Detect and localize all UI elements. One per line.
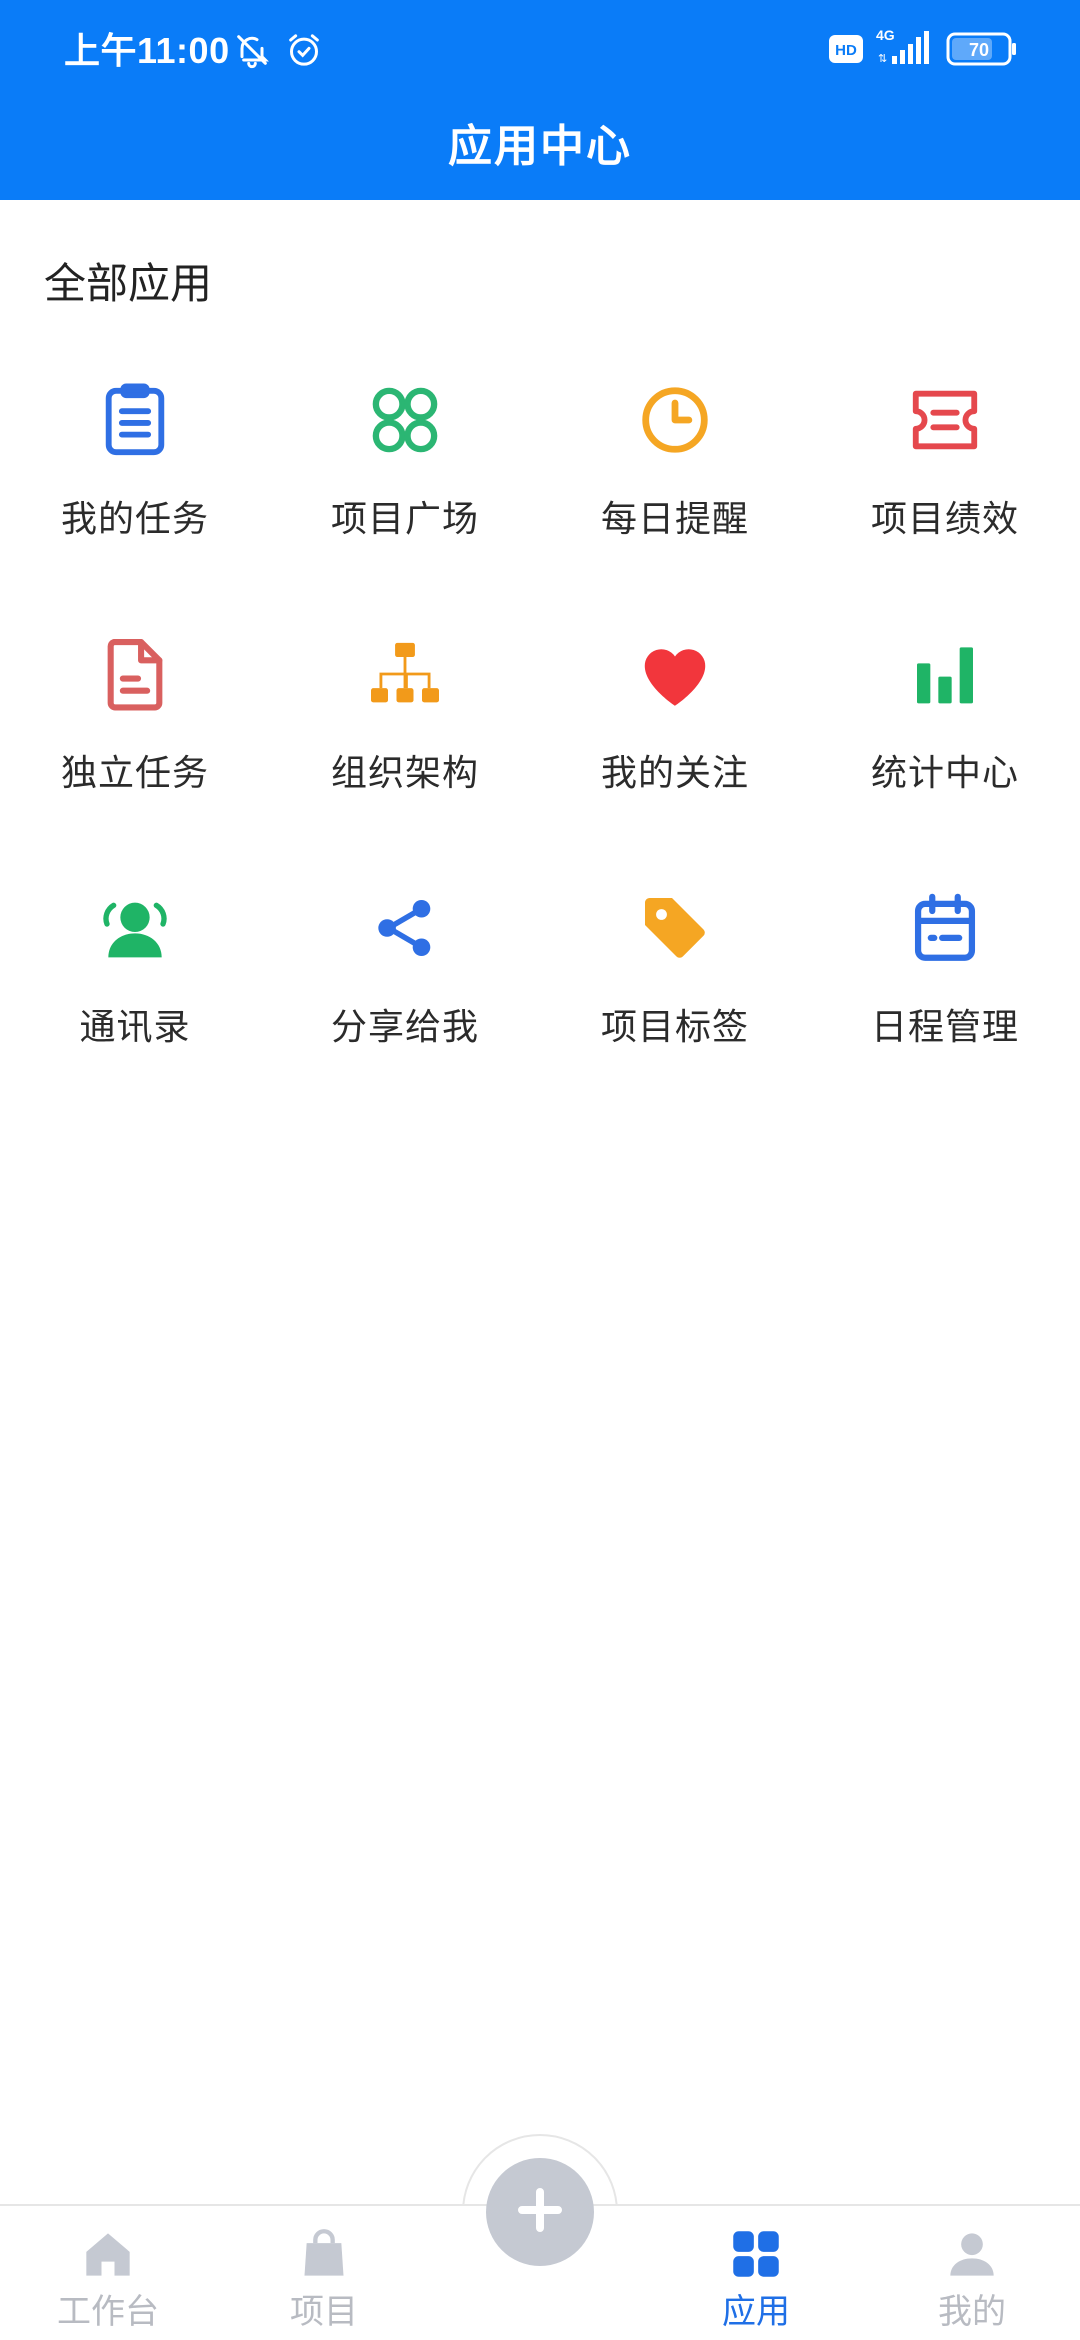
clock-icon [635, 380, 715, 460]
page-title: 应用中心 [448, 121, 632, 172]
grid-icon [730, 2228, 782, 2280]
alarm-icon [284, 30, 324, 74]
tab-label: 应用 [722, 2292, 790, 2332]
app-daily-reminder[interactable]: 每日提醒 [540, 370, 810, 624]
app-label: 统计中心 [870, 753, 1019, 794]
org-chart-icon [365, 634, 445, 714]
heart-icon [635, 634, 715, 714]
app-label: 项目广场 [330, 499, 479, 540]
app-project-performance[interactable]: 项目绩效 [810, 370, 1080, 624]
status-bar: 上午11:00 HD 4G ⇅ 70 [0, 0, 1080, 100]
tab-projects[interactable]: 项目 [216, 2206, 432, 2340]
app-my-tasks[interactable]: 我的任务 [0, 370, 270, 624]
tag-icon [635, 888, 715, 968]
contacts-icon [95, 888, 175, 968]
calendar-icon [905, 888, 985, 968]
app-label: 我的任务 [60, 499, 209, 540]
bell-off-icon [232, 30, 272, 74]
app-label: 项目标签 [600, 1007, 749, 1048]
app-contacts[interactable]: 通讯录 [0, 878, 270, 1132]
document-icon [95, 634, 175, 714]
app-grid: 我的任务 项目广场 每日提醒 项目绩效 独立任务 组织架构 我的关注 统计中心 … [0, 370, 1080, 1132]
app-label: 日程管理 [870, 1007, 1019, 1048]
app-project-square[interactable]: 项目广场 [270, 370, 540, 624]
battery-level: 70 [969, 40, 989, 60]
network-type: 4G [876, 27, 895, 43]
section-title: 全部应用 [44, 259, 213, 308]
app-my-follows[interactable]: 我的关注 [540, 624, 810, 878]
add-button[interactable] [486, 2158, 594, 2266]
app-label: 每日提醒 [600, 499, 749, 540]
app-statistics-center[interactable]: 统计中心 [810, 624, 1080, 878]
tab-label: 工作台 [57, 2292, 159, 2332]
bag-icon [298, 2228, 350, 2280]
app-label: 分享给我 [330, 1007, 479, 1048]
bar-chart-icon [905, 634, 985, 714]
app-label: 通讯录 [79, 1007, 191, 1048]
hd-icon: HD [828, 34, 864, 68]
clipboard-icon [95, 380, 175, 460]
home-icon [82, 2228, 134, 2280]
app-schedule-management[interactable]: 日程管理 [810, 878, 1080, 1132]
four-circles-icon [365, 380, 445, 460]
ticket-icon [905, 380, 985, 460]
app-label: 我的关注 [600, 753, 749, 794]
plus-icon [516, 2186, 564, 2238]
tab-label: 项目 [290, 2292, 358, 2332]
app-org-structure[interactable]: 组织架构 [270, 624, 540, 878]
app-header: 上午11:00 HD 4G ⇅ 70 应用中心 [0, 0, 1080, 200]
signal-icon: 4G ⇅ [874, 26, 934, 72]
app-shared-with-me[interactable]: 分享给我 [270, 878, 540, 1132]
status-time: 上午11:00 [64, 30, 230, 71]
app-label: 组织架构 [330, 753, 479, 794]
tab-apps[interactable]: 应用 [648, 2206, 864, 2340]
tab-workbench[interactable]: 工作台 [0, 2206, 216, 2340]
tab-mine[interactable]: 我的 [864, 2206, 1080, 2340]
svg-text:HD: HD [835, 42, 857, 59]
app-label: 项目绩效 [870, 499, 1019, 540]
app-independent-tasks[interactable]: 独立任务 [0, 624, 270, 878]
share-icon [365, 888, 445, 968]
app-label: 独立任务 [60, 753, 209, 794]
app-project-tags[interactable]: 项目标签 [540, 878, 810, 1132]
tab-label: 我的 [938, 2292, 1006, 2332]
svg-text:⇅: ⇅ [878, 53, 887, 65]
user-icon [946, 2228, 998, 2280]
battery-icon: 70 [946, 32, 1018, 70]
